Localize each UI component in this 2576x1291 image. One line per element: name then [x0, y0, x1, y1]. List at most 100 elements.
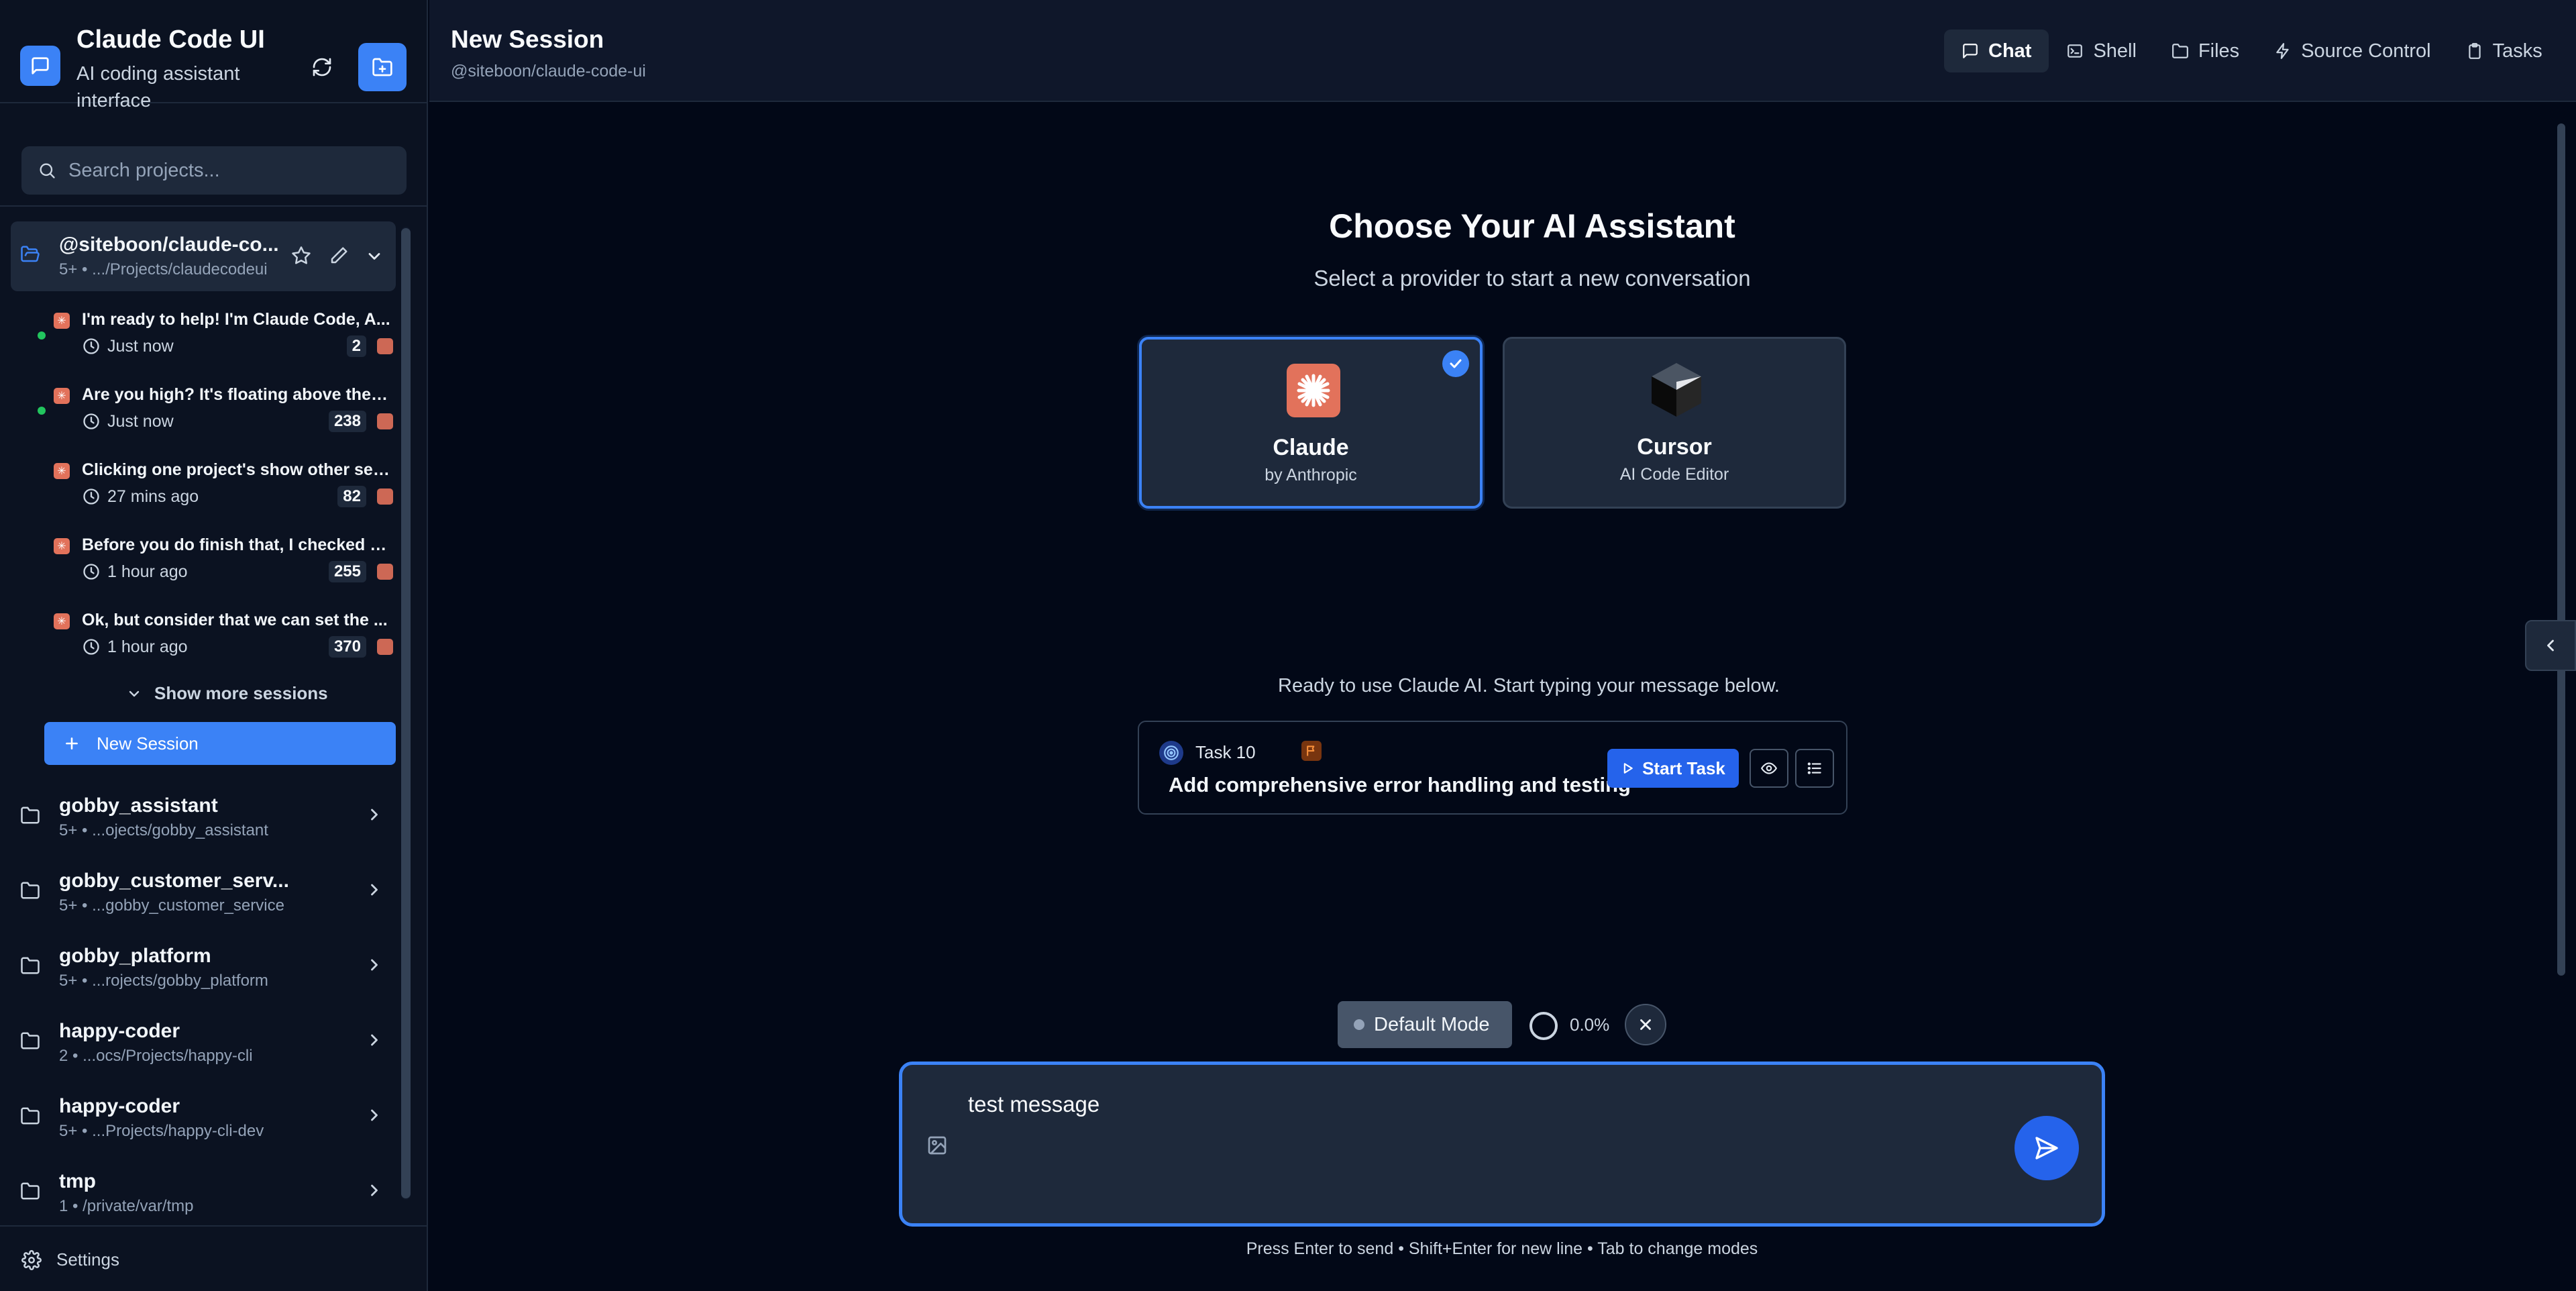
start-task-label: Start Task: [1642, 758, 1725, 778]
project-name: happy-coder: [59, 1020, 180, 1042]
chevron-down-icon: [129, 690, 140, 696]
show-more-sessions-button[interactable]: Show more sessions: [126, 683, 328, 704]
tab-shell[interactable]: Shell: [2049, 30, 2154, 72]
tab-label: Shell: [2093, 40, 2137, 62]
project-path: ...rojects/gobby_platform: [92, 972, 268, 990]
settings-button[interactable]: Settings: [21, 1249, 119, 1270]
project-item[interactable]: gobby_platform 5+ • ...rojects/gobby_pla…: [11, 931, 396, 998]
project-session-count: 5+: [59, 821, 78, 839]
tab-label: Chat: [1988, 40, 2032, 62]
project-meta: 5+ • ...ojects/gobby_assistant: [59, 821, 268, 839]
task-list-button[interactable]: [1795, 749, 1834, 788]
chat-icon: [1963, 44, 1978, 58]
task-title: Add comprehensive error handling and tes…: [1169, 773, 1631, 796]
sidebar-scrollbar-thumb[interactable]: [401, 228, 411, 1198]
tab-files[interactable]: Files: [2154, 30, 2257, 72]
message-count-badge: 2: [346, 335, 366, 357]
folder-icon: [21, 1107, 40, 1125]
clock-icon: [83, 488, 99, 505]
tab-tasks[interactable]: Tasks: [2449, 30, 2560, 72]
permission-mode-button[interactable]: Default Mode: [1338, 1001, 1512, 1048]
session-item[interactable]: ✳ Are you high? It's floating above the …: [38, 380, 396, 450]
message-input[interactable]: test message: [968, 1092, 1099, 1117]
edit-pencil-icon[interactable]: [329, 246, 349, 266]
clear-input-button[interactable]: [1625, 1004, 1666, 1045]
eye-icon: [1760, 762, 1778, 774]
message-composer[interactable]: test message: [899, 1062, 2105, 1227]
search-icon: [40, 163, 55, 178]
tab-label: Tasks: [2492, 40, 2542, 62]
message-count-badge: 238: [328, 411, 366, 432]
project-item[interactable]: gobby_assistant 5+ • ...ojects/gobby_ass…: [11, 781, 396, 848]
project-meta: 1 • /private/var/tmp: [59, 1197, 194, 1215]
message-count-badge: 82: [337, 486, 366, 507]
chevron-right-icon: [371, 1109, 378, 1121]
top-bar: New Session @siteboon/claude-code-ui Cha…: [429, 0, 2576, 102]
ready-message: Ready to use Claude AI. Start typing you…: [1278, 675, 1780, 696]
folder-icon: [21, 957, 40, 974]
chevron-down-icon[interactable]: [365, 247, 384, 266]
search-input[interactable]: [68, 159, 390, 182]
list-icon: [1807, 762, 1821, 774]
view-task-button[interactable]: [1750, 749, 1788, 788]
project-path: ...ocs/Projects/happy-cli: [83, 1047, 253, 1065]
project-meta: 5+ • ...Projects/happy-cli-dev: [59, 1122, 264, 1140]
plus-icon: [66, 737, 78, 750]
folder-icon: [21, 1032, 40, 1049]
tab-chat[interactable]: Chat: [1944, 30, 2049, 72]
send-button[interactable]: [2015, 1116, 2079, 1180]
project-meta: 5+ • ...rojects/gobby_platform: [59, 972, 268, 990]
session-time: 27 mins ago: [107, 487, 199, 506]
project-session-count: 5+: [59, 972, 78, 990]
tab-source-control[interactable]: Source Control: [2257, 30, 2448, 72]
session-title: Ok, but consider that we can set the ...: [82, 611, 388, 629]
session-item[interactable]: ✳ Clicking one project's show other ses.…: [38, 455, 396, 525]
star-icon[interactable]: [291, 246, 311, 266]
project-meta: 5+ • .../Projects/claudecodeui: [59, 260, 268, 278]
new-session-button[interactable]: New Session: [44, 722, 396, 765]
refresh-projects-button[interactable]: [298, 43, 346, 91]
tab-label: Files: [2198, 40, 2240, 62]
project-item-active[interactable]: @siteboon/claude-co... 5+ • .../Projects…: [11, 221, 396, 291]
project-item[interactable]: happy-coder 5+ • ...Projects/happy-cli-d…: [11, 1082, 396, 1149]
new-project-button[interactable]: [358, 43, 407, 91]
session-item[interactable]: ✳ Before you do finish that, I checked a…: [38, 530, 396, 600]
main-scrollbar[interactable]: [2557, 123, 2565, 976]
chevron-right-icon: [371, 959, 378, 971]
clock-icon: [83, 564, 99, 580]
project-path: ...gobby_customer_service: [92, 896, 284, 915]
attach-image-button[interactable]: [926, 1135, 948, 1156]
claude-provider-icon: [377, 488, 393, 505]
cursor-logo-icon: [1650, 363, 1703, 417]
project-item[interactable]: tmp 1 • /private/var/tmp: [11, 1157, 396, 1224]
check-icon: [1442, 350, 1469, 377]
folder-plus-icon: [372, 58, 392, 76]
provider-card-claude[interactable]: Claude by Anthropic: [1139, 337, 1483, 509]
app-title: Claude Code UI: [76, 25, 265, 54]
session-title: I'm ready to help! I'm Claude Code, A...: [82, 310, 390, 329]
project-session-count: 1: [59, 1197, 68, 1215]
chat-bubble-icon: [32, 57, 49, 74]
claude-session-icon: ✳: [54, 313, 70, 329]
session-item[interactable]: ✳ Ok, but consider that we can set the .…: [38, 605, 396, 675]
clock-icon: [83, 639, 99, 655]
main-panel: New Session @siteboon/claude-code-ui Cha…: [429, 0, 2576, 1291]
project-item[interactable]: gobby_customer_serv... 5+ • ...gobby_cus…: [11, 856, 396, 923]
send-icon: [2035, 1137, 2058, 1159]
start-task-button[interactable]: Start Task: [1607, 749, 1739, 788]
sidebar-footer: Settings: [0, 1225, 427, 1291]
provider-card-cursor[interactable]: Cursor AI Code Editor: [1503, 337, 1846, 509]
session-item[interactable]: ✳ I'm ready to help! I'm Claude Code, A.…: [38, 305, 396, 374]
app-subtitle: AI coding assistant interface: [76, 63, 240, 111]
clock-icon: [83, 338, 99, 354]
project-item[interactable]: happy-coder 2 • ...ocs/Projects/happy-cl…: [11, 1006, 396, 1074]
clipboard-icon: [2468, 43, 2481, 59]
folder-open-icon: [21, 246, 40, 262]
session-time: 1 hour ago: [107, 637, 188, 656]
collapse-panel-button[interactable]: [2525, 620, 2576, 671]
provider-name: Claude: [1273, 435, 1349, 460]
new-session-label: New Session: [97, 733, 199, 754]
project-search[interactable]: [21, 146, 407, 195]
session-time: 1 hour ago: [107, 562, 188, 581]
git-icon: [2276, 43, 2289, 59]
